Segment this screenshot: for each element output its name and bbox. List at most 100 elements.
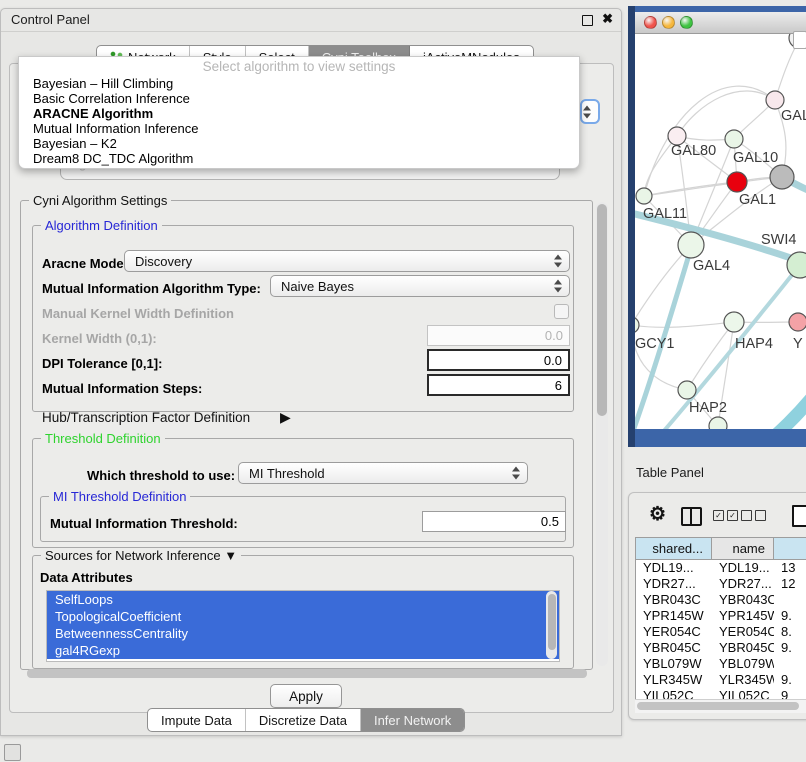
network-edge[interactable] — [635, 245, 691, 325]
bottom-tab-discretize-data[interactable]: Discretize Data — [246, 709, 361, 731]
network-view-frame: GALGAL80GAL10GAL1GAL11SWI4GAL4GCY1HAP4YH… — [628, 6, 806, 447]
mi-threshold-input[interactable]: 0.5 — [422, 511, 566, 532]
column-browser-icon[interactable] — [681, 507, 702, 526]
kernel-width-input[interactable]: 0.0 — [427, 325, 570, 346]
attributes-list-scrollbar[interactable] — [546, 591, 557, 659]
table-row[interactable]: YDL19...YDL19...13 — [636, 560, 806, 576]
network-node[interactable] — [725, 130, 743, 148]
node-table: shared...nameA YDL19...YDL19...13YDR27..… — [635, 537, 806, 701]
zoom-window-icon[interactable] — [680, 16, 693, 29]
network-edge[interactable] — [635, 325, 687, 390]
bottom-tab-impute-data[interactable]: Impute Data — [148, 709, 246, 731]
table-column-header[interactable]: A — [774, 538, 806, 559]
table-row[interactable]: YPR145WYPR145W9. — [636, 608, 806, 624]
mi-type-combo[interactable]: Naive Bayes — [270, 275, 570, 297]
which-threshold-label: Which threshold to use: — [87, 468, 235, 483]
dpi-tolerance-label: DPI Tolerance [0,1]: — [42, 356, 162, 371]
manual-kernel-label: Manual Kernel Width Definition — [42, 306, 234, 321]
network-node-label: GAL4 — [693, 258, 730, 274]
close-panel-icon[interactable]: ✖ — [602, 11, 613, 27]
network-node[interactable] — [678, 232, 704, 258]
network-node[interactable] — [678, 381, 696, 399]
settings-scrollbar[interactable] — [596, 202, 608, 666]
data-attribute-item[interactable]: BetweennessCentrality — [47, 625, 559, 642]
data-attribute-item[interactable]: gal4RGexp — [47, 642, 559, 659]
algorithm-option[interactable]: Bayesian – K2 — [19, 136, 579, 151]
network-window: GALGAL80GAL10GAL1GAL11SWI4GAL4GCY1HAP4YH… — [635, 12, 806, 429]
network-node[interactable] — [709, 417, 727, 429]
table-row[interactable]: YBR045CYBR045C9. — [636, 640, 806, 656]
algorithm-dropdown: Select algorithm to view settings Bayesi… — [18, 56, 580, 169]
algorithm-option[interactable]: Basic Correlation Inference — [19, 91, 579, 106]
table-header-row: shared...nameA — [636, 538, 806, 560]
network-node-label: HAP2 — [689, 400, 727, 416]
deselect-all-checks-icon[interactable] — [741, 510, 766, 521]
data-attribute-item[interactable]: SelfLoops — [47, 591, 559, 608]
table-hscrollbar[interactable] — [635, 699, 806, 713]
table-row[interactable]: YBR043CYBR043C — [636, 592, 806, 608]
table-cell: YLR345W — [712, 672, 774, 688]
minimized-panel-icon[interactable] — [4, 744, 21, 761]
network-node[interactable] — [636, 188, 652, 204]
table-cell: YBR043C — [712, 592, 774, 608]
network-node[interactable] — [724, 312, 744, 332]
table-cell: YBL079W — [636, 656, 712, 672]
network-node[interactable] — [789, 313, 806, 331]
network-edge[interactable] — [635, 322, 734, 327]
network-node[interactable] — [770, 165, 794, 189]
algorithm-options: Bayesian – Hill ClimbingBasic Correlatio… — [19, 76, 579, 166]
aracne-mode-label: Aracne Mode: — [42, 256, 128, 271]
network-node[interactable] — [635, 317, 639, 333]
mi-threshold-label: Mutual Information Threshold: — [50, 516, 238, 531]
hub-expand-icon[interactable]: ▶ — [280, 409, 291, 426]
table-row[interactable]: YER054CYER054C8. — [636, 624, 806, 640]
bottom-tab-infer-network[interactable]: Infer Network — [361, 709, 464, 731]
bottom-tab-label: Discretize Data — [259, 713, 347, 728]
network-node[interactable] — [766, 91, 784, 109]
table-cell: YDR27... — [636, 576, 712, 592]
aracne-mode-combo[interactable]: Discovery — [124, 250, 570, 272]
hub-section-label[interactable]: Hub/Transcription Factor Definition — [42, 410, 250, 425]
mi-steps-value: 6 — [555, 378, 562, 393]
network-canvas[interactable]: GALGAL80GAL10GAL1GAL11SWI4GAL4GCY1HAP4YH… — [635, 34, 806, 429]
algorithm-option[interactable]: Dream8 DC_TDC Algorithm — [19, 151, 579, 166]
float-panel-icon[interactable] — [582, 15, 593, 26]
minimize-window-icon[interactable] — [662, 16, 675, 29]
table-row[interactable]: YDR27...YDR27...12 — [636, 576, 806, 592]
gear-icon[interactable]: ⚙ — [649, 503, 666, 526]
apply-button[interactable]: Apply — [270, 684, 342, 708]
algorithm-option[interactable]: Mutual Information Inference — [19, 121, 579, 136]
table-row[interactable]: YLR345WYLR345W9. — [636, 672, 806, 688]
algorithm-option[interactable]: ARACNE Algorithm — [19, 106, 579, 121]
table-column-header[interactable]: shared... — [636, 538, 712, 559]
manual-kernel-checkbox[interactable] — [554, 304, 569, 319]
sources-title[interactable]: Sources for Network Inference ▼ — [41, 548, 241, 563]
algorithm-option[interactable]: Bayesian – Hill Climbing — [19, 76, 579, 91]
data-attributes-list: SelfLoopsTopologicalCoefficientBetweenne… — [46, 590, 560, 662]
close-window-icon[interactable] — [644, 16, 657, 29]
network-edge[interactable] — [760, 394, 806, 429]
data-attributes-label: Data Attributes — [40, 570, 133, 585]
focused-combo-stepper[interactable] — [580, 99, 600, 124]
network-edge[interactable] — [663, 265, 800, 429]
table-row[interactable]: YBL079WYBL079W — [636, 656, 806, 672]
mi-steps-input[interactable]: 6 — [427, 374, 570, 396]
table-column-header[interactable]: name — [712, 538, 774, 559]
data-attribute-item[interactable]: TopologicalCoefficient — [47, 608, 559, 625]
network-edge[interactable] — [775, 40, 799, 100]
which-threshold-combo[interactable]: MI Threshold — [238, 462, 528, 484]
network-edge[interactable] — [677, 91, 775, 136]
table-cell: 9. — [774, 640, 806, 656]
network-node[interactable] — [727, 172, 747, 192]
table-cell: 12 — [774, 576, 806, 592]
stepper-arrows-icon — [512, 467, 520, 480]
table-cell: YER054C — [712, 624, 774, 640]
dpi-tolerance-input[interactable]: 0.0 — [427, 349, 570, 371]
table-cell: YBR045C — [712, 640, 774, 656]
new-table-icon[interactable] — [792, 505, 806, 527]
network-scroll-corner[interactable] — [793, 31, 806, 49]
select-all-checks-icon[interactable]: ✓✓ — [713, 510, 738, 521]
network-window-titlebar[interactable] — [635, 12, 806, 34]
apply-button-label: Apply — [289, 689, 323, 704]
settings-hscrollbar[interactable] — [27, 669, 587, 678]
